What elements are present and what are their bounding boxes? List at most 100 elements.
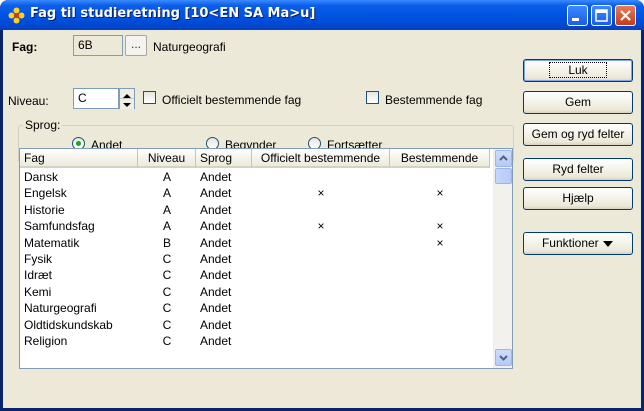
sprog-label: Sprog: <box>23 118 63 132</box>
spin-up-icon[interactable] <box>120 89 134 99</box>
cell-officielt <box>252 202 390 218</box>
table-row[interactable]: Dansk A Andet <box>20 169 490 185</box>
officielt-checkbox[interactable] <box>143 91 156 104</box>
luk-button[interactable]: Luk <box>523 59 633 82</box>
cell-fag: Fysik <box>24 251 52 266</box>
cell-bestemmende <box>390 284 490 300</box>
table-row[interactable]: Matematik B Andet × <box>20 235 490 251</box>
luk-button-label: Luk <box>549 62 607 78</box>
cell-niveau: C <box>162 251 172 266</box>
dropdown-arrow-icon <box>603 240 614 247</box>
table-row[interactable]: Religion C Andet <box>20 333 490 349</box>
cell-niveau: A <box>162 186 171 201</box>
cell-sprog: Andet <box>200 317 232 332</box>
cell-bestemmende <box>390 317 490 333</box>
cell-sprog: Andet <box>200 301 232 316</box>
col-header-officielt[interactable]: Officielt bestemmende <box>252 149 390 168</box>
cell-fag: Naturgeografi <box>24 301 97 316</box>
cell-sprog: Andet <box>200 251 232 266</box>
ryd-felter-button[interactable]: Ryd felter <box>523 158 633 181</box>
cell-sprog: Andet <box>200 268 232 283</box>
scroll-up-button[interactable] <box>495 150 512 167</box>
col-header-niveau[interactable]: Niveau <box>138 149 196 168</box>
cell-officielt <box>252 251 390 267</box>
window-title: Fag til studieretning [10<EN SA Ma>u] <box>30 6 316 21</box>
cell-sprog: Andet <box>200 333 232 348</box>
cell-fag: Kemi <box>24 284 52 299</box>
scroll-thumb[interactable] <box>495 168 512 184</box>
cell-bestemmende <box>390 251 490 267</box>
cell-niveau: A <box>162 170 171 184</box>
cell-sprog: Andet <box>200 170 232 184</box>
title-bar[interactable]: Fag til studieretning [10<EN SA Ma>u] <box>0 0 644 30</box>
cell-niveau: C <box>162 268 172 283</box>
hjaelp-button[interactable]: Hjælp <box>523 187 633 210</box>
fag-label: Fag: <box>12 40 38 54</box>
niveau-field[interactable]: C <box>73 88 119 109</box>
table-header: Fag Niveau Sprog Officielt bestemmende B… <box>20 149 490 168</box>
col-header-bestemmende[interactable]: Bestemmende <box>390 149 490 168</box>
table-row[interactable]: Idræt C Andet <box>20 267 490 283</box>
fag-name: Naturgeografi <box>153 40 226 54</box>
chevron-down-icon <box>499 355 508 361</box>
cell-sprog: Andet <box>200 235 232 250</box>
cell-bestemmende: × <box>436 186 444 201</box>
cell-fag: Oldtidskundskab <box>24 317 113 332</box>
close-icon <box>620 10 631 21</box>
col-header-fag[interactable]: Fag <box>20 149 138 168</box>
cell-bestemmende <box>390 202 490 218</box>
cell-niveau: C <box>162 301 172 316</box>
col-header-sprog[interactable]: Sprog <box>196 149 252 168</box>
funktioner-label: Funktioner <box>541 236 599 250</box>
cell-niveau: A <box>162 202 171 217</box>
cell-fag: Religion <box>24 333 68 348</box>
cell-fag: Idræt <box>24 268 53 283</box>
flower-icon <box>8 7 25 24</box>
fag-code-field[interactable]: 6B <box>73 35 123 56</box>
cell-fag: Engelsk <box>24 186 67 201</box>
niveau-label: Niveau: <box>8 94 49 108</box>
cell-officielt <box>252 235 390 251</box>
officielt-label: Officielt bestemmende fag <box>162 93 302 107</box>
cell-bestemmende <box>390 333 490 349</box>
maximize-button[interactable] <box>591 5 612 26</box>
table-row[interactable]: Historie A Andet <box>20 202 490 218</box>
table-scrollbar[interactable] <box>493 149 512 368</box>
scroll-down-button[interactable] <box>495 349 512 366</box>
niveau-spinner[interactable] <box>119 88 135 109</box>
cell-niveau: B <box>162 235 171 250</box>
cell-officielt <box>252 284 390 300</box>
browse-fag-button[interactable]: ... <box>125 35 147 56</box>
minimize-button[interactable] <box>567 5 588 26</box>
fag-table[interactable]: Fag Niveau Sprog Officielt bestemmende B… <box>19 148 513 369</box>
spin-down-icon[interactable] <box>120 99 134 109</box>
funktioner-button[interactable]: Funktioner <box>523 232 633 255</box>
cell-fag: Dansk <box>24 170 59 184</box>
radio-selected-dot <box>76 141 81 146</box>
cell-niveau: A <box>162 219 171 234</box>
gem-button[interactable]: Gem <box>523 91 633 114</box>
cell-officielt <box>252 333 390 349</box>
table-row[interactable]: Oldtidskundskab C Andet <box>20 317 490 333</box>
gem-og-ryd-button[interactable]: Gem og ryd felter <box>523 123 633 146</box>
table-row[interactable]: Fysik C Andet <box>20 251 490 267</box>
maximize-icon <box>595 9 608 22</box>
bestemmende-checkbox[interactable] <box>366 91 379 104</box>
cell-bestemmende <box>390 267 490 283</box>
cell-bestemmende <box>390 300 490 316</box>
cell-niveau: C <box>162 317 172 332</box>
table-row[interactable]: Samfundsfag A Andet × × <box>20 218 490 234</box>
cell-niveau: C <box>162 284 172 299</box>
cell-officielt: × <box>317 186 325 201</box>
cell-sprog: Andet <box>200 284 232 299</box>
table-row[interactable]: Kemi C Andet <box>20 284 490 300</box>
cell-officielt <box>252 169 390 185</box>
cell-sprog: Andet <box>200 219 232 234</box>
cell-officielt <box>252 300 390 316</box>
cell-fag: Samfundsfag <box>24 219 95 234</box>
cell-fag: Historie <box>24 202 65 217</box>
close-button[interactable] <box>615 5 636 26</box>
chevron-up-icon <box>499 155 508 161</box>
table-row[interactable]: Engelsk A Andet × × <box>20 185 490 201</box>
table-row[interactable]: Naturgeografi C Andet <box>20 300 490 316</box>
